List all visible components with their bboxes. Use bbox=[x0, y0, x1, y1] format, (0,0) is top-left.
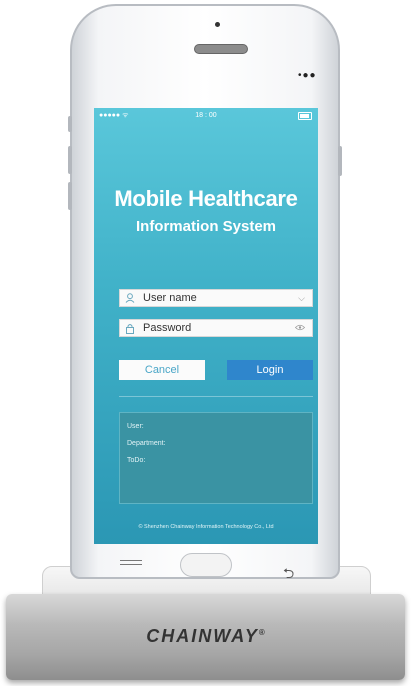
earpiece-speaker bbox=[194, 44, 248, 54]
password-placeholder: Password bbox=[143, 322, 192, 334]
cancel-button[interactable]: Cancel bbox=[119, 360, 205, 380]
copyright-footer: © Shenzhen Chainway Information Technolo… bbox=[138, 524, 274, 530]
home-button[interactable] bbox=[180, 553, 232, 577]
eye-icon[interactable] bbox=[294, 323, 306, 333]
username-placeholder: User name bbox=[143, 292, 197, 304]
user-icon bbox=[125, 293, 139, 303]
login-button[interactable]: Login bbox=[227, 360, 313, 380]
power-button bbox=[338, 146, 342, 176]
volume-up-button bbox=[68, 146, 72, 174]
brand-logo: CHAINWAY® bbox=[146, 626, 265, 646]
status-time: 18 : 00 bbox=[195, 112, 217, 119]
chevron-down-icon[interactable]: ⌵ bbox=[298, 293, 305, 304]
lock-icon bbox=[125, 323, 139, 334]
info-panel: User: Department: ToDo: bbox=[119, 412, 313, 504]
username-field[interactable]: User name ⌵ bbox=[119, 289, 313, 307]
menu-icon[interactable] bbox=[120, 560, 142, 566]
password-field[interactable]: Password bbox=[119, 319, 313, 337]
battery-icon bbox=[298, 112, 312, 120]
mute-switch bbox=[68, 116, 72, 132]
charging-dock: CHAINWAY® bbox=[6, 594, 405, 680]
app-screen: ●●●●● ᯤ 18 : 00 Mobile Healthcare Inform… bbox=[94, 108, 318, 544]
volume-down-button bbox=[68, 182, 72, 210]
status-bar: ●●●●● ᯤ 18 : 00 bbox=[94, 108, 318, 124]
todo-label: ToDo: bbox=[127, 457, 146, 464]
user-label: User: bbox=[127, 423, 144, 430]
divider bbox=[119, 396, 313, 397]
department-label: Department: bbox=[127, 440, 166, 447]
sensor-dots: •●● bbox=[298, 70, 317, 81]
app-title: Mobile Healthcare bbox=[114, 186, 298, 211]
back-icon[interactable]: ⮌ bbox=[283, 563, 294, 587]
app-subtitle: Information System bbox=[135, 218, 277, 235]
front-camera bbox=[215, 22, 220, 27]
